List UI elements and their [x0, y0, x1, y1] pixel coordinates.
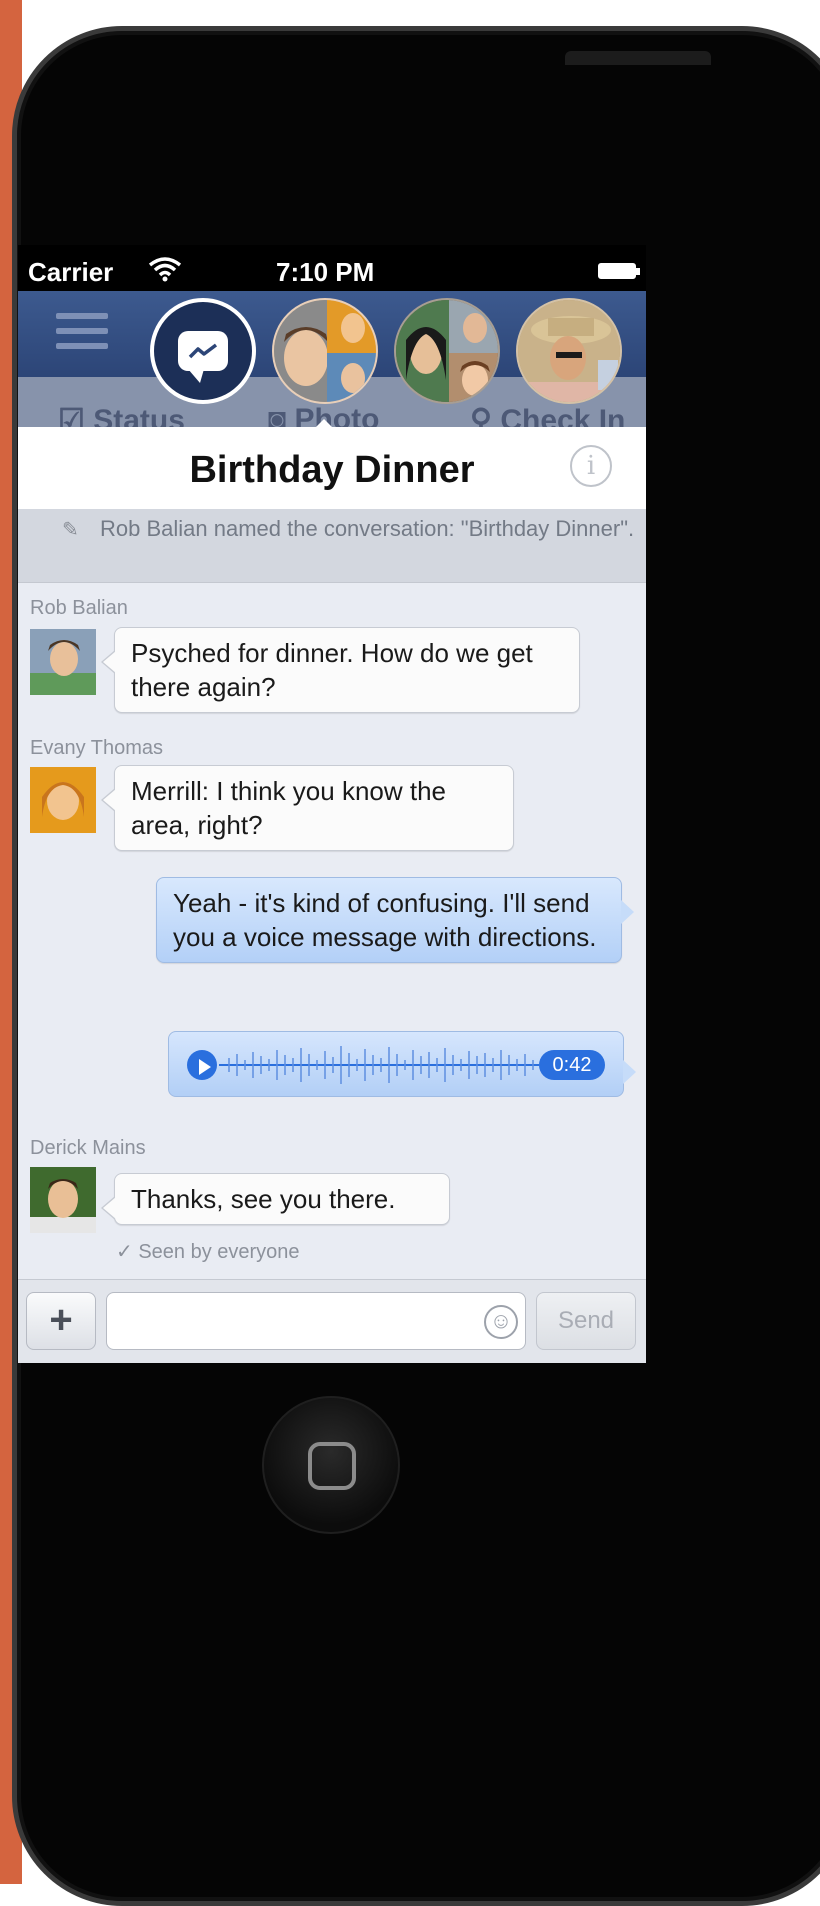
status-bar: Carrier 7:10 PM	[18, 245, 646, 295]
messenger-chat-head[interactable]	[150, 298, 256, 404]
add-attachment-button[interactable]: +	[26, 1292, 96, 1350]
message-bubble-outgoing[interactable]: Yeah - it's kind of confusing. I'll send…	[156, 877, 634, 963]
clock: 7:10 PM	[276, 257, 375, 287]
sender-name: Rob Balian	[30, 597, 128, 619]
messenger-icon	[178, 331, 228, 383]
wifi-icon	[148, 255, 182, 290]
message-composer: + ☺ Send	[18, 1279, 646, 1363]
sender-name: Derick Mains	[30, 1137, 146, 1159]
emoji-icon[interactable]: ☺	[484, 1305, 518, 1339]
battery-icon	[598, 263, 640, 279]
send-button[interactable]: Send	[536, 1292, 636, 1350]
sender-name: Evany Thomas	[30, 737, 164, 759]
chat-head-group-2[interactable]	[394, 298, 500, 404]
system-note: ✎ Rob Balian named the conversation: "Bi…	[18, 509, 646, 583]
conversation-title: Birthday Dinner	[189, 449, 475, 491]
voice-message[interactable]: 0:42	[168, 1031, 636, 1097]
avatar-derick-mains[interactable]	[30, 1167, 96, 1233]
seen-receipt: ✓ Seen by everyone	[116, 1241, 300, 1263]
system-note-text: Rob Balian named the conversation: "Birt…	[100, 516, 635, 541]
chat-head-group-1[interactable]	[272, 298, 378, 404]
waveform	[219, 1046, 539, 1084]
play-icon[interactable]	[187, 1050, 217, 1080]
avatar-evany-thomas[interactable]	[30, 767, 96, 833]
messenger-screen: Carrier 7:10 PM ☑ Status ◙ Photo ⚲ Check…	[18, 245, 646, 1363]
home-square-icon	[308, 1442, 356, 1490]
phone-sleep-button	[565, 51, 711, 65]
chat-head-person-3[interactable]	[516, 298, 622, 404]
hamburger-icon[interactable]	[56, 313, 108, 353]
pencil-icon: ✎	[62, 519, 79, 541]
home-button[interactable]	[262, 1396, 400, 1534]
carrier-label: Carrier	[28, 257, 114, 287]
info-icon[interactable]: i	[570, 445, 612, 487]
message-input[interactable]	[106, 1292, 526, 1350]
message-bubble[interactable]: Merrill: I think you know the area, righ…	[101, 765, 514, 851]
message-bubble[interactable]: Psyched for dinner. How do we get there …	[101, 627, 580, 713]
avatar-rob-balian[interactable]	[30, 629, 96, 695]
conversation-header: Birthday Dinner i	[18, 427, 646, 509]
message-bubble[interactable]: Thanks, see you there.	[101, 1173, 450, 1225]
voice-duration: 0:42	[539, 1050, 605, 1080]
